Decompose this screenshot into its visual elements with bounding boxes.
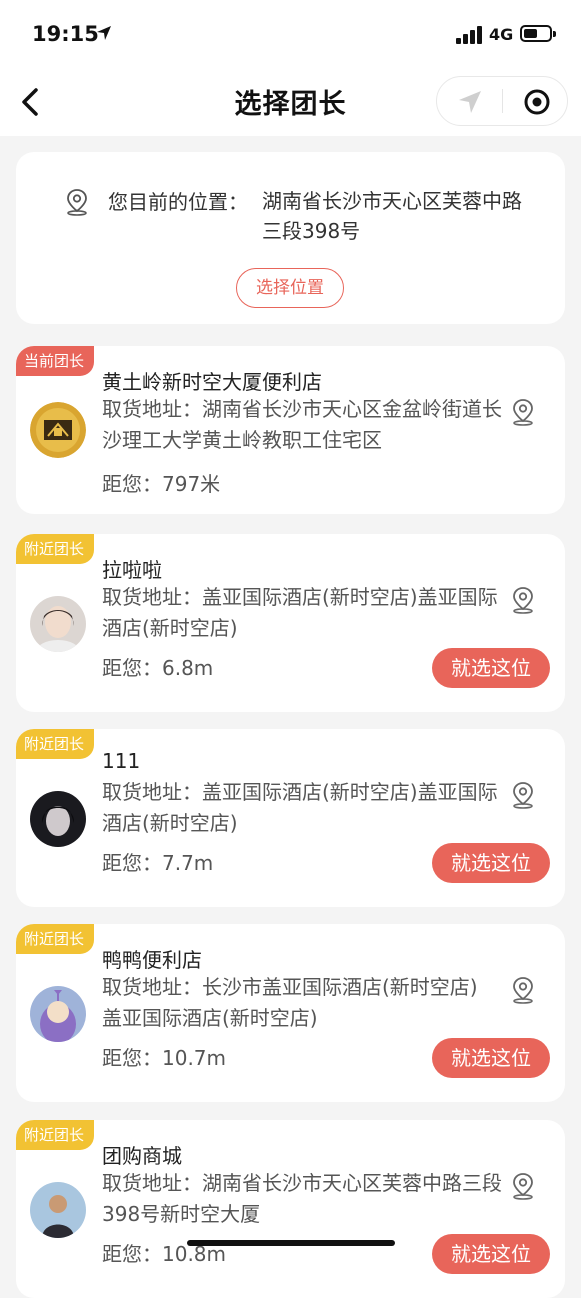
cellular-signal-icon (456, 26, 484, 44)
map-pin-icon[interactable] (510, 398, 536, 426)
close-target-icon[interactable] (523, 88, 551, 116)
leader-card[interactable]: 附近团长 拉啦啦 取货地址：盖亚国际酒店(新时空店)盖亚国际酒店(新时空店) 距… (16, 534, 565, 712)
leader-name: 黄土岭新时空大厦便利店 (102, 370, 322, 394)
choose-this-leader-button[interactable]: 就选这位 (432, 843, 550, 883)
leader-name: 拉啦啦 (102, 558, 162, 582)
location-label: 您目前的位置： (108, 190, 248, 214)
miniprogram-capsule (436, 76, 568, 126)
pickup-address: 取货地址：湖南省长沙市天心区芙蓉中路三段398号新时空大厦 (102, 1171, 502, 1226)
choose-this-leader-button[interactable]: 就选这位 (432, 648, 550, 688)
pickup-address: 取货地址：长沙市盖亚国际酒店(新时空店)盖亚国际酒店(新时空店) (102, 975, 478, 1030)
avatar (30, 402, 86, 458)
nearby-leader-tag: 附近团长 (16, 729, 95, 759)
distance: 距您：7.7m (102, 851, 214, 875)
current-leader-tag: 当前团长 (16, 346, 95, 376)
avatar (30, 791, 86, 847)
location-arrow-icon (97, 26, 111, 40)
map-pin-icon[interactable] (510, 586, 536, 614)
leader-name: 鸭鸭便利店 (102, 948, 202, 972)
map-pin-icon[interactable] (510, 976, 536, 1004)
capsule-divider (502, 89, 503, 113)
choose-location-button[interactable]: 选择位置 (236, 268, 344, 308)
leader-card[interactable]: 附近团长 团购商城 取货地址：湖南省长沙市天心区芙蓉中路三段398号新时空大厦 … (16, 1120, 565, 1298)
location-pin-icon (67, 189, 87, 216)
nearby-leader-tag: 附近团长 (16, 1120, 95, 1150)
pickup-address: 取货地址：湖南省长沙市天心区金盆岭街道长沙理工大学黄土岭教职工住宅区 (102, 397, 502, 452)
pickup-address: 取货地址：盖亚国际酒店(新时空店)盖亚国际酒店(新时空店) (102, 585, 498, 640)
battery-icon (520, 25, 556, 42)
avatar (30, 986, 86, 1042)
leader-card[interactable]: 附近团长 鸭鸭便利店 取货地址：长沙市盖亚国际酒店(新时空店)盖亚国际酒店(新时… (16, 924, 565, 1102)
leader-card[interactable]: 附近团长 111 取货地址：盖亚国际酒店(新时空店)盖亚国际酒店(新时空店) 距… (16, 729, 565, 907)
nearby-leader-tag: 附近团长 (16, 534, 95, 564)
nav-bar: 选择团长 (0, 68, 581, 136)
pickup-address: 取货地址：盖亚国际酒店(新时空店)盖亚国际酒店(新时空店) (102, 780, 498, 835)
status-bar: 19:15 4G (0, 0, 581, 68)
avatar (30, 1182, 86, 1238)
distance: 距您：10.7m (102, 1046, 227, 1070)
network-type: 4G (489, 25, 514, 44)
map-pin-icon[interactable] (510, 781, 536, 809)
nearby-leader-tag: 附近团长 (16, 924, 95, 954)
navigation-icon[interactable] (457, 89, 483, 115)
choose-this-leader-button[interactable]: 就选这位 (432, 1038, 550, 1078)
leader-card-current[interactable]: 当前团长 黄土岭新时空大厦便利店 取货地址：湖南省长沙市天心区金盆岭街道长沙理工… (16, 346, 565, 514)
status-time: 19:15 (32, 22, 99, 46)
location-address: 湖南省长沙市天心区芙蓉中路三段398号 (262, 189, 522, 243)
current-location-card: 您目前的位置： 湖南省长沙市天心区芙蓉中路三段398号 选择位置 (16, 152, 565, 324)
choose-this-leader-button[interactable]: 就选这位 (432, 1234, 550, 1274)
distance: 距您：797米 (102, 472, 221, 496)
leader-name: 111 (102, 749, 141, 773)
home-indicator (187, 1240, 395, 1246)
map-pin-icon[interactable] (510, 1172, 536, 1200)
distance: 距您：6.8m (102, 656, 214, 680)
avatar (30, 596, 86, 652)
leader-name: 团购商城 (102, 1144, 182, 1168)
